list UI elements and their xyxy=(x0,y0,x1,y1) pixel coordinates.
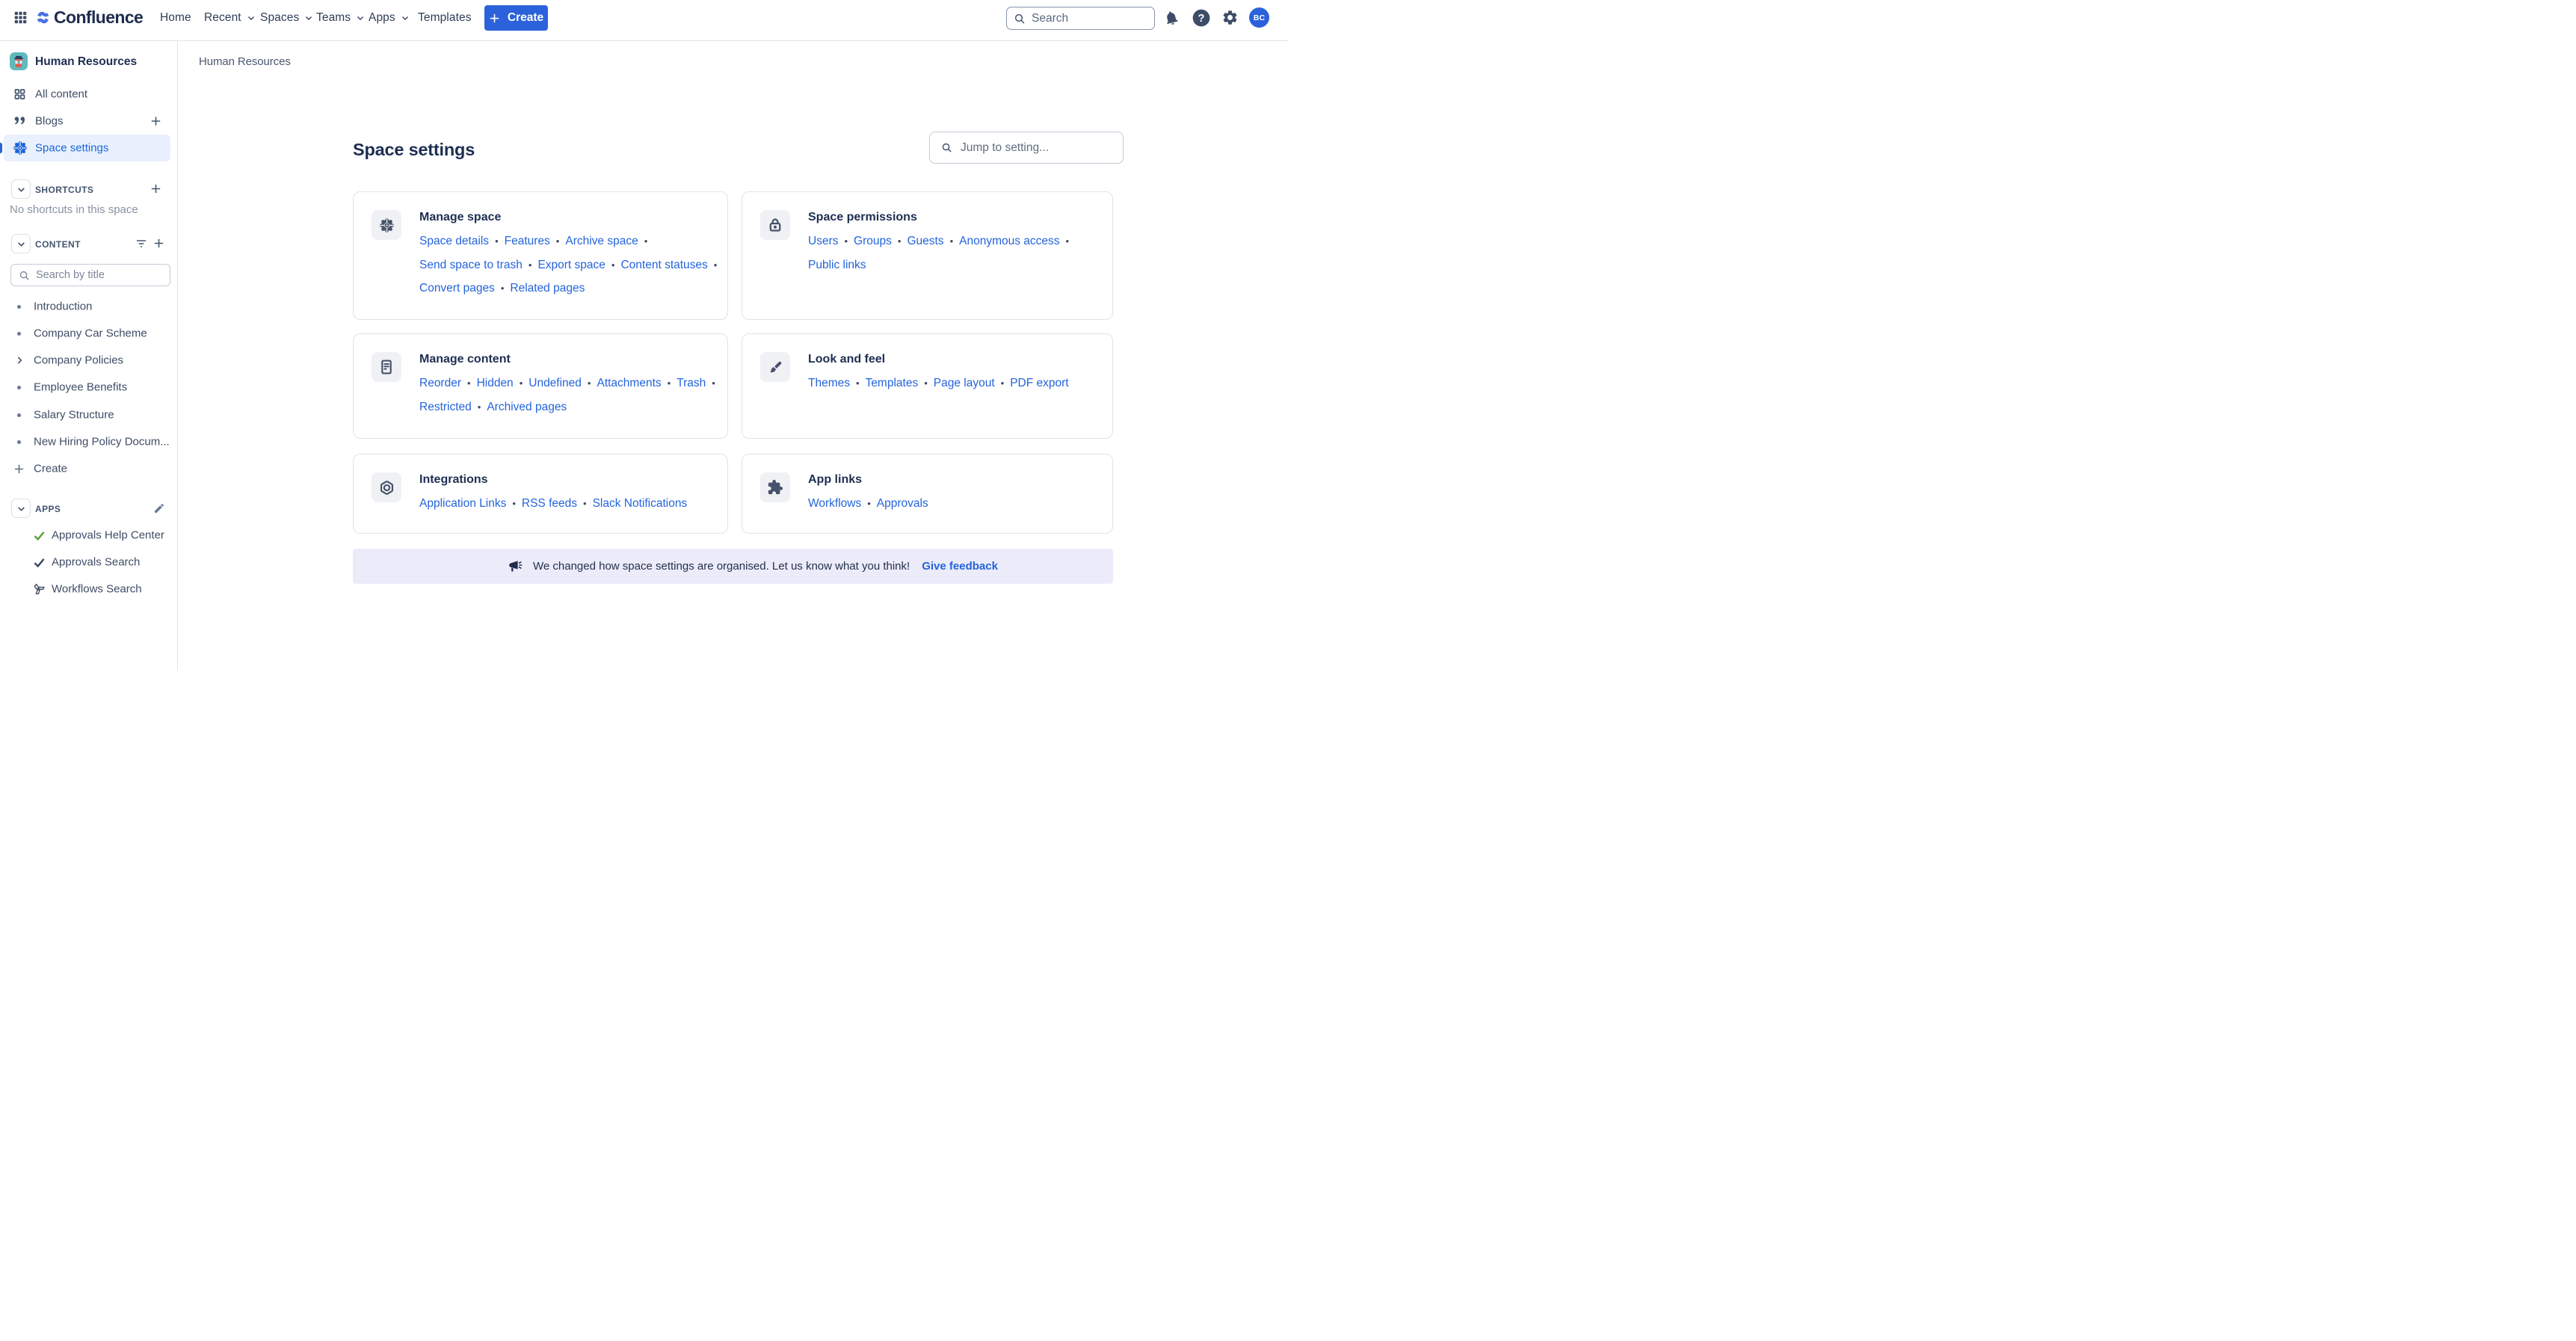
svg-text:?: ? xyxy=(1198,12,1205,24)
